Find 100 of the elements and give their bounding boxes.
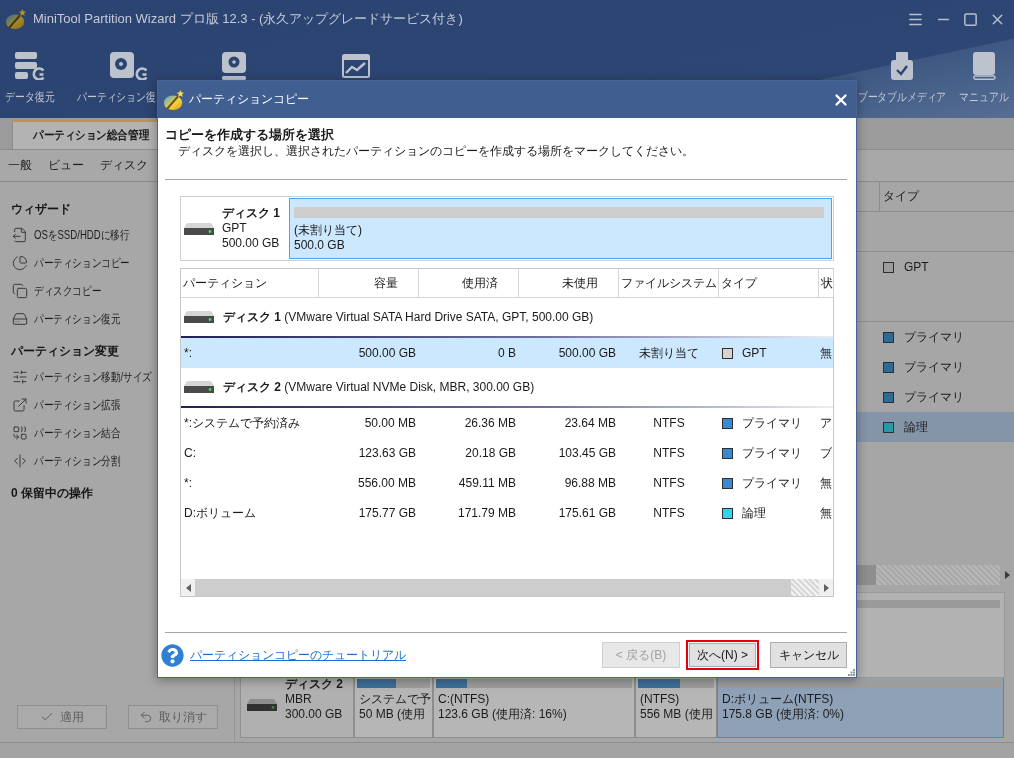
next-button[interactable]: 次へ(N) >	[686, 640, 759, 670]
table-row[interactable]: D:ボリューム 175.77 GB 171.79 MB 175.61 GB NTFS 論理 無	[181, 498, 833, 528]
partition-block[interactable]: システムで予 50 MB (使用	[354, 678, 433, 738]
table-cell-text: 23.64 MB	[563, 416, 617, 430]
table-row[interactable]: *: 556.00 MB 459.11 MB 96.88 MB NTFS プライマリ 無	[181, 468, 833, 498]
toolbar-button[interactable]: ブータブルメディア	[857, 52, 947, 106]
hard-drive-icon	[184, 222, 214, 235]
table-row[interactable]: 論理	[857, 412, 1014, 442]
table-cell: プライマリ	[742, 444, 802, 462]
help-icon[interactable]	[161, 643, 184, 667]
dialog-heading: コピーを作成する場所を選択	[165, 127, 334, 143]
table-cell-text: 175.61 GB	[557, 506, 617, 520]
check-icon	[40, 710, 54, 724]
triangle-right-icon[interactable]	[823, 583, 829, 592]
table-row[interactable]: プライマリ	[857, 352, 1014, 382]
toolbar-button[interactable]: データ復元	[0, 52, 60, 106]
table-cell-text: 20.18 GB	[464, 446, 517, 460]
table-cell-text: D:ボリューム	[183, 504, 257, 522]
toolbar-button[interactable]: パーティション復	[77, 52, 157, 106]
table-cell: 無	[819, 474, 833, 492]
column-header[interactable]: タイプ	[880, 182, 1014, 211]
squares-arrow-icon	[12, 425, 28, 441]
menu-item[interactable]: 一般	[0, 153, 40, 178]
usb-check-icon	[891, 52, 913, 80]
sidebar-item[interactable]: パーティションコピー	[0, 249, 157, 277]
toolbar-button[interactable]: マニュアル	[956, 52, 1012, 106]
sidebar-item[interactable]: パーティション結合	[0, 419, 157, 447]
table-cell-text: NTFS	[652, 476, 686, 490]
sidebar-item[interactable]: OSをSSD/HDDに移行	[0, 221, 157, 249]
column-header[interactable]: 使用済	[419, 269, 519, 297]
section-heading: 0 保留中の操作	[10, 485, 93, 502]
disk-heading: ディスク 2 (VMware Virtual NVMe Disk, MBR, 300.00 GB)	[223, 378, 535, 396]
table-cell-text: 未割り当て	[638, 344, 700, 362]
disk-card[interactable]: ディスク 2 MBR 300.00 GB	[240, 678, 354, 738]
triangle-left-icon[interactable]	[185, 583, 191, 592]
tab[interactable]: パーティション総合管理	[12, 120, 157, 149]
table-cell-text: 26.36 MB	[463, 416, 517, 430]
partition-block[interactable]: C:(NTFS) 123.6 GB (使用済: 16%)	[433, 678, 635, 738]
table-cell: プライマリ	[904, 328, 964, 346]
menu-item[interactable]: ディスク	[92, 153, 156, 178]
table-row[interactable]: プライマリ	[857, 382, 1014, 412]
table-cell: GPT	[742, 346, 767, 360]
table-cell-text: 459.11 MB	[457, 476, 517, 490]
disk-scheme: MBR	[285, 692, 312, 707]
partition-label: D:ボリューム(NTFS)	[721, 692, 834, 707]
partition-segment[interactable]: (未割り当て) 500.0 GB	[289, 198, 832, 259]
column-header[interactable]: 未使用	[519, 269, 619, 297]
column-header[interactable]: ファイルシステム	[619, 269, 719, 297]
table-cell: 無	[819, 344, 833, 362]
sidebar-item[interactable]: パーティション移動/サイズ	[0, 363, 157, 391]
sidebar-item[interactable]: パーティション復元	[0, 305, 157, 333]
window-title: MiniTool Partition Wizard プロ版 12.3 - (永久アップグレードサービス付き)	[33, 10, 463, 28]
file-arrow-icon	[12, 227, 28, 243]
table-cell: プライマリ	[742, 414, 802, 432]
line-chart-icon[interactable]	[342, 54, 370, 78]
square-arrow-icon	[12, 397, 28, 413]
disk-name: ディスク 1	[222, 206, 280, 221]
disk-scheme: GPT	[222, 221, 247, 236]
tutorial-link[interactable]: パーティションコピーのチュートリアル	[190, 646, 406, 664]
column-header[interactable]: パーティション	[181, 269, 319, 297]
partition-detail: 50 MB (使用	[358, 707, 425, 722]
hard-drive-icon	[184, 311, 214, 323]
sidebar-item[interactable]: パーティション拡張	[0, 391, 157, 419]
table-cell-text: 123.63 GB	[357, 446, 417, 460]
table-row[interactable]: *:システムで予約済み 50.00 MB 26.36 MB 23.64 MB NTFS プライマリ ア	[181, 408, 833, 438]
dialog-title: パーティションコピー	[189, 91, 309, 108]
table-cell-text: 500.00 GB	[557, 346, 617, 360]
dialog-description: ディスクを選択し、選択されたパーティションのコピーを作成する場所をマークしてください。	[178, 143, 694, 159]
table-cell-text: C:	[183, 446, 197, 460]
table-cell-text: 50.00 MB	[363, 416, 417, 430]
partition-label: C:(NTFS)	[437, 692, 490, 707]
table-cell: プライマリ	[904, 358, 964, 376]
table-row[interactable]: GPT	[857, 252, 1014, 282]
partition-detail: 556 MB (使用	[639, 707, 713, 722]
menu-item[interactable]: ビュー	[40, 153, 92, 178]
sidebar-item[interactable]: パーティション分割	[0, 447, 157, 475]
table-row[interactable]: プライマリ	[857, 322, 1014, 352]
disk-size: 300.00 GB	[285, 707, 343, 722]
disk-refresh-icon	[108, 52, 148, 80]
column-header[interactable]: 容量	[319, 269, 419, 297]
hard-disk-icon[interactable]	[222, 52, 246, 80]
table-cell: プライマリ	[904, 388, 964, 406]
disk-heading: ディスク 1 (VMware Virtual SATA Hard Drive SATA, GPT, 500.00 GB)	[223, 308, 594, 326]
triangle-right-icon[interactable]	[1004, 571, 1010, 579]
table-row[interactable]: *: 500.00 GB 0 B 500.00 GB 未割り当て GPT 無	[181, 338, 833, 368]
column-header[interactable]: 状	[819, 269, 834, 297]
sliders-icon	[12, 369, 28, 385]
table-row[interactable]: C: 123.63 GB 20.18 GB 103.45 GB NTFS プライマリ ブ	[181, 438, 833, 468]
partition-detail: 175.8 GB (使用済: 0%)	[721, 707, 845, 722]
maximize-icon[interactable]	[963, 11, 978, 27]
app-logo-icon	[5, 8, 27, 30]
chevrons-divider-icon	[12, 453, 28, 469]
partition-block[interactable]: D:ボリューム(NTFS) 175.8 GB (使用済: 0%)	[717, 678, 1004, 738]
section-heading: ウィザード	[10, 201, 71, 218]
partition-block[interactable]: (NTFS) 556 MB (使用	[635, 678, 717, 738]
sidebar-item[interactable]: ディスクコピー	[0, 277, 157, 305]
column-header[interactable]: タイプ	[719, 269, 819, 297]
resize-grip-icon[interactable]	[848, 669, 855, 676]
cancel-button[interactable]: キャンセル	[770, 642, 847, 668]
disk-size: 500.00 GB	[222, 236, 280, 251]
